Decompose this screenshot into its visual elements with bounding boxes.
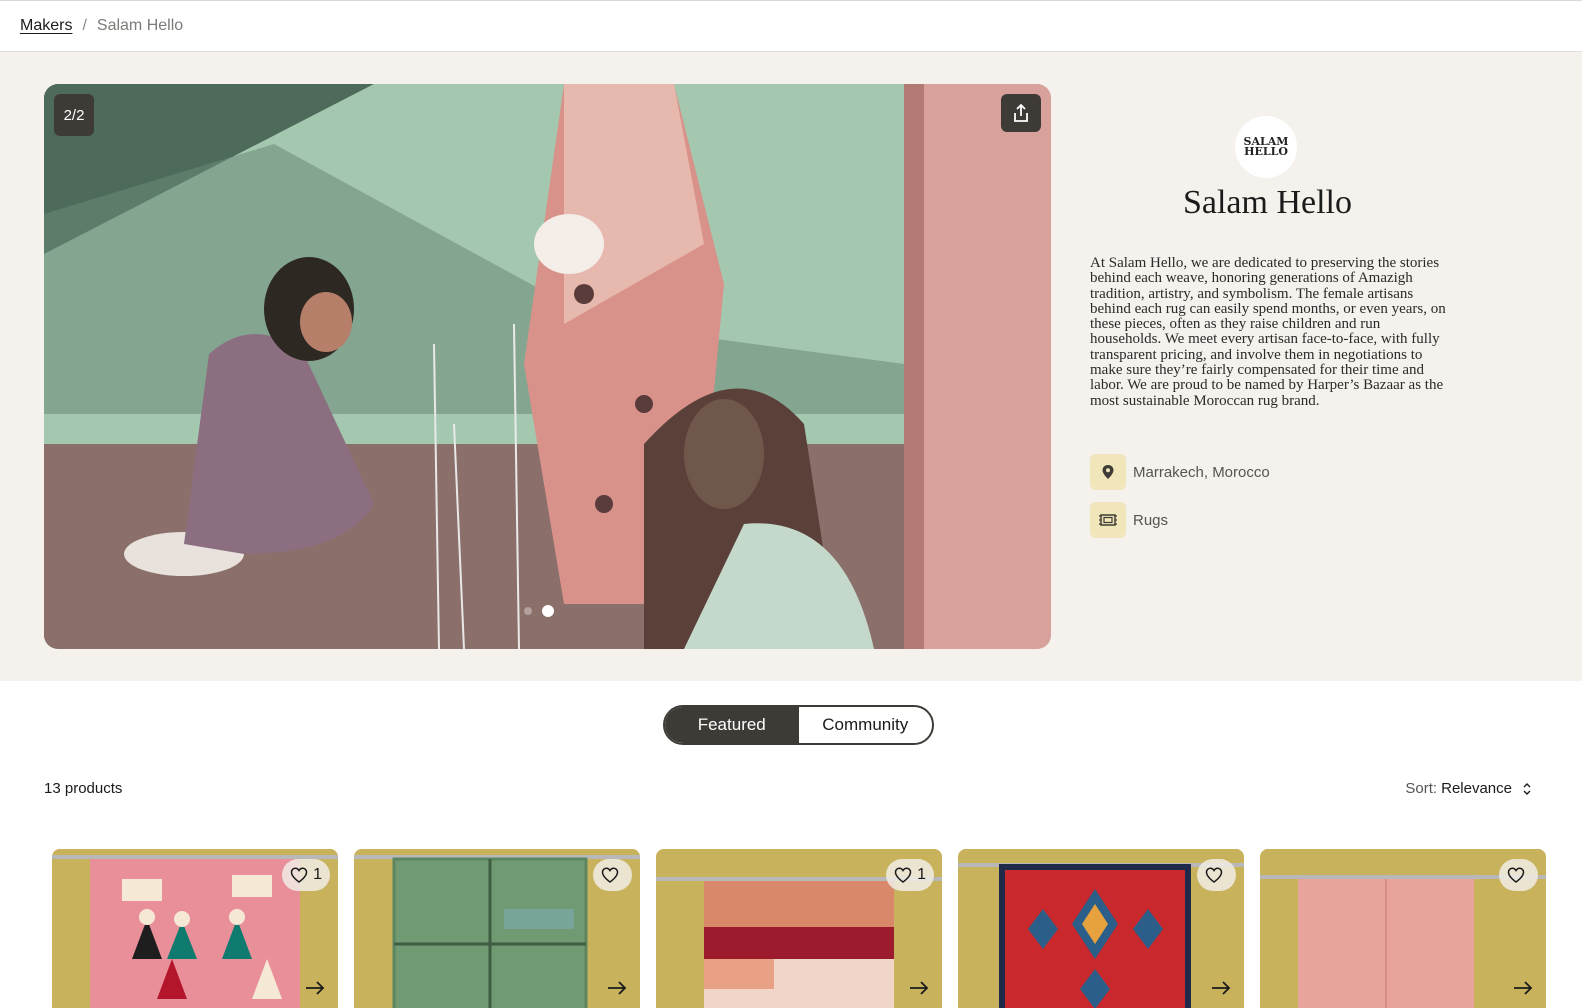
arrow-right-icon — [910, 981, 929, 995]
gallery-dot[interactable] — [524, 607, 532, 615]
product-card[interactable] — [354, 849, 640, 1008]
arrow-right-icon — [1212, 981, 1231, 995]
logo-line-2: HELLO — [1244, 145, 1288, 158]
product-card[interactable] — [1260, 849, 1546, 1008]
share-button[interactable] — [1001, 94, 1041, 132]
favorite-button[interactable]: 1 — [282, 859, 330, 891]
heart-icon — [290, 867, 308, 883]
favorite-button[interactable]: 1 — [886, 859, 934, 891]
heart-icon — [601, 867, 619, 883]
rug-icon — [1090, 502, 1126, 538]
view-product-button[interactable] — [302, 975, 328, 1001]
heart-icon — [1205, 867, 1223, 883]
breadcrumb: Makers / Salam Hello — [20, 17, 183, 35]
product-card[interactable] — [958, 849, 1244, 1008]
share-icon — [1014, 103, 1028, 122]
favorite-button[interactable] — [1499, 859, 1538, 891]
image-counter: 2/2 — [54, 94, 94, 136]
favorite-button[interactable] — [1197, 859, 1236, 891]
maker-hero: 2/2 SALAM HELLO Salam Hello At Salam Hel… — [0, 52, 1582, 681]
sort-value: Relevance — [1441, 780, 1512, 797]
product-card[interactable]: 1 — [52, 849, 338, 1008]
product-grid: 1 1 — [52, 849, 1546, 1008]
featured-community-toggle: Featured Community — [663, 705, 934, 745]
arrow-right-icon — [1514, 981, 1533, 995]
tab-featured[interactable]: Featured — [665, 707, 799, 743]
image-gallery[interactable]: 2/2 — [44, 84, 1051, 649]
gallery-photo — [44, 84, 1051, 649]
breadcrumb-makers-link[interactable]: Makers — [20, 17, 72, 35]
product-card[interactable]: 1 — [656, 849, 942, 1008]
category-text: Rugs — [1133, 511, 1169, 529]
arrow-right-icon — [608, 981, 627, 995]
location-text: Marrakech, Morocco — [1133, 463, 1270, 481]
top-bar: Makers / Salam Hello — [0, 0, 1582, 52]
maker-category: Rugs — [1090, 502, 1168, 538]
maker-description: At Salam Hello, we are dedicated to pres… — [1090, 255, 1446, 409]
arrow-right-icon — [306, 981, 325, 995]
breadcrumb-current: Salam Hello — [96, 17, 184, 34]
gallery-dot-active[interactable] — [542, 605, 554, 617]
gallery-pagination — [524, 605, 554, 617]
sort-chevron-icon — [1523, 782, 1531, 795]
maker-location: Marrakech, Morocco — [1090, 454, 1270, 490]
breadcrumb-separator: / — [82, 17, 87, 34]
maker-name: Salam Hello — [1182, 184, 1353, 221]
location-pin-icon — [1090, 454, 1126, 490]
sort-label: Sort: — [1405, 780, 1438, 797]
maker-logo: SALAM HELLO — [1235, 116, 1297, 178]
tab-community[interactable]: Community — [798, 707, 932, 743]
product-count: 13 products — [44, 780, 123, 797]
sort-dropdown[interactable]: Sort: Relevance — [1405, 780, 1532, 797]
view-product-button[interactable] — [906, 975, 932, 1001]
favorite-button[interactable] — [593, 859, 632, 891]
view-product-button[interactable] — [604, 975, 630, 1001]
heart-icon — [1507, 867, 1525, 883]
like-count: 1 — [917, 866, 926, 883]
view-product-button[interactable] — [1208, 975, 1234, 1001]
heart-icon — [894, 867, 912, 883]
like-count: 1 — [313, 866, 322, 883]
view-product-button[interactable] — [1510, 975, 1536, 1001]
